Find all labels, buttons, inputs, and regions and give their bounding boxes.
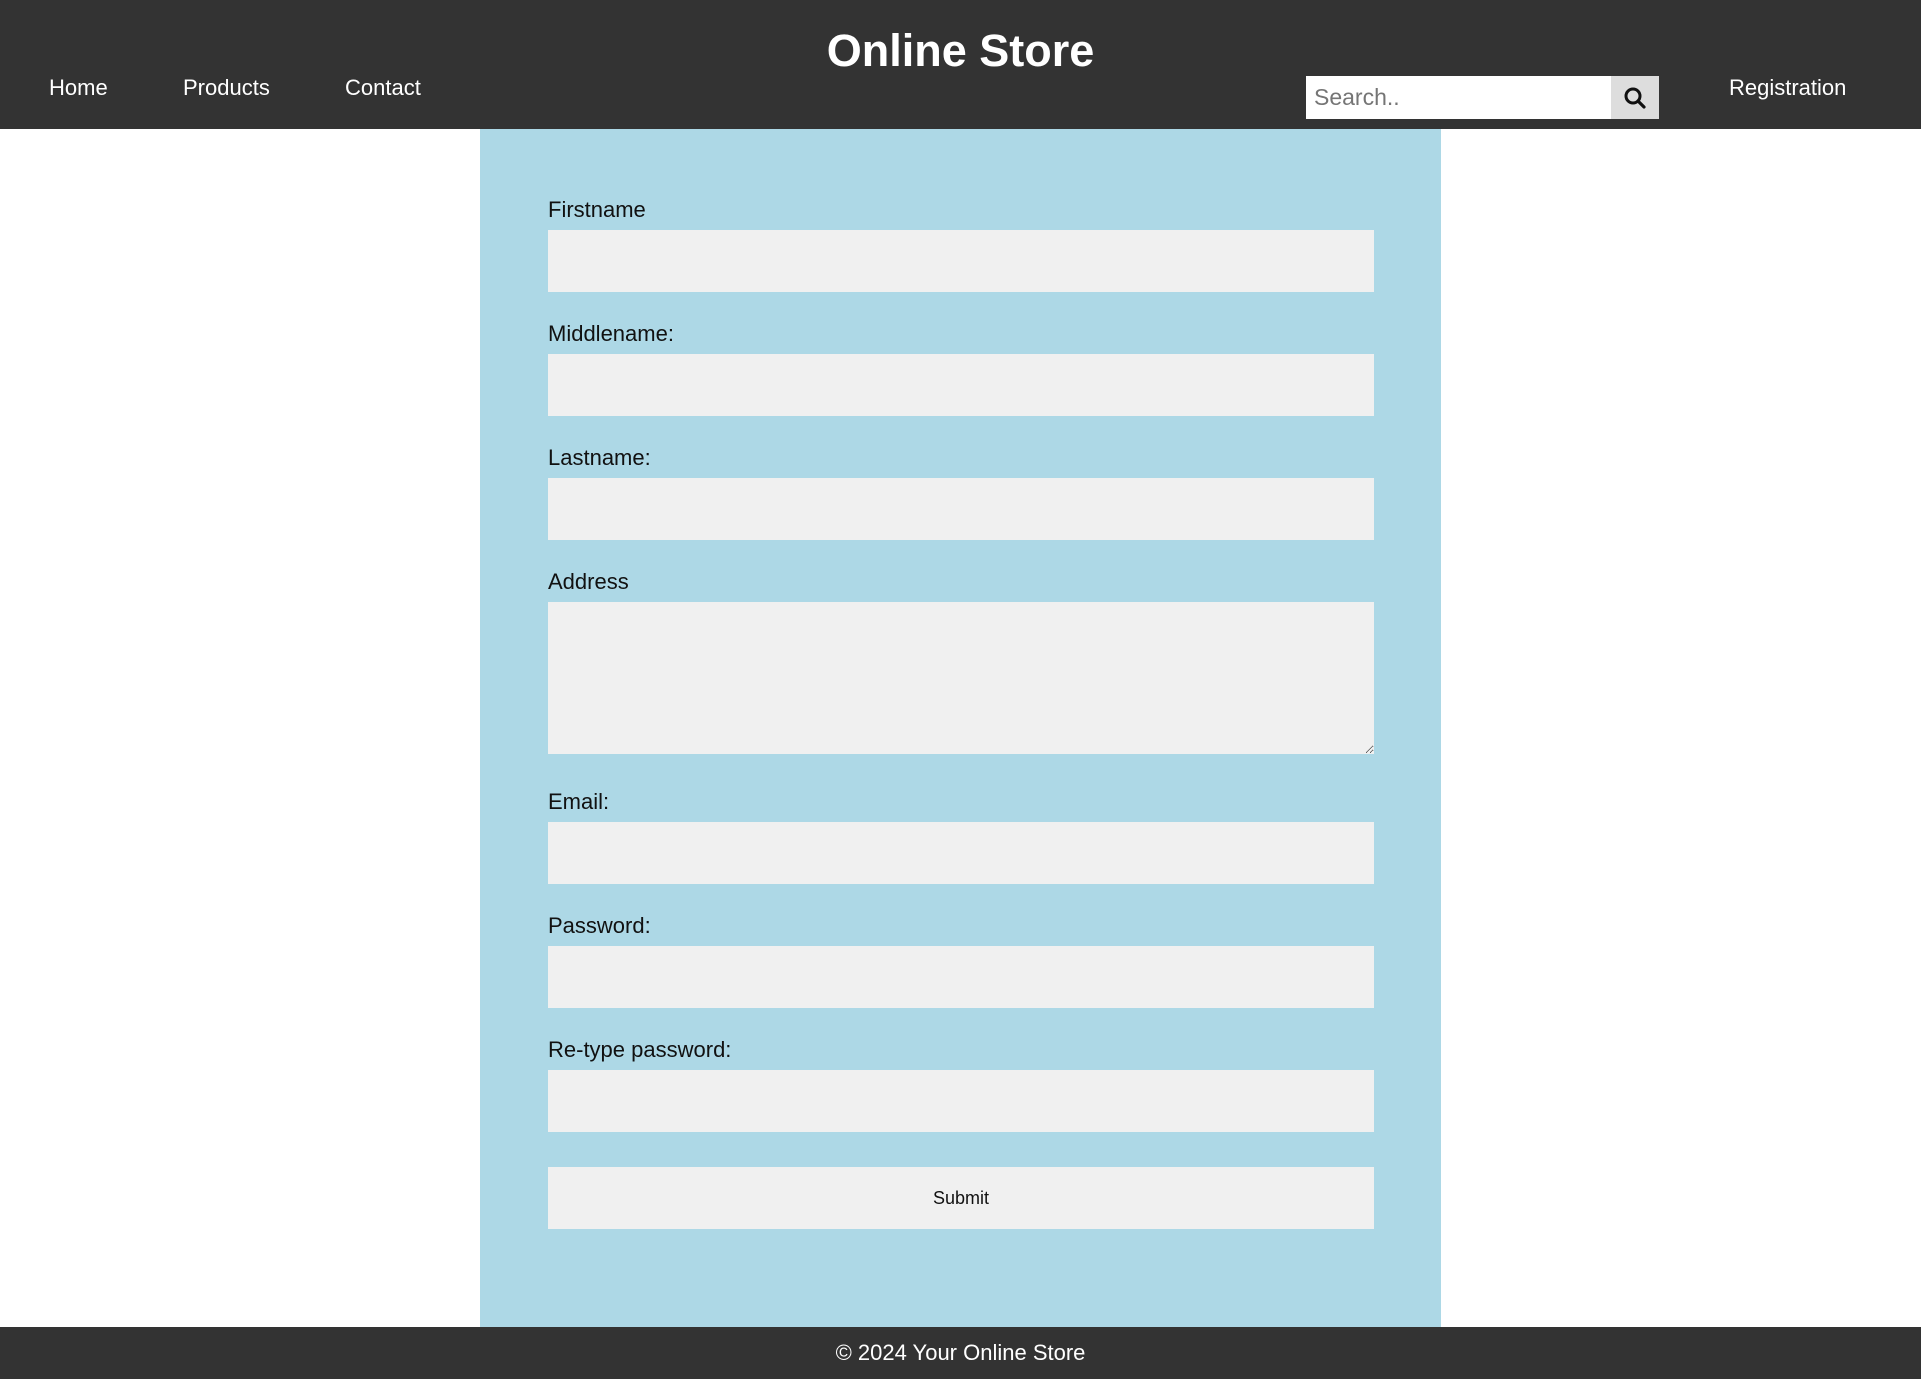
site-footer: © 2024 Your Online Store — [0, 1327, 1921, 1379]
nav-registration-link[interactable]: Registration — [1729, 72, 1846, 104]
firstname-field[interactable] — [548, 230, 1374, 292]
registration-form: Firstname Middlename: Lastname: Address … — [480, 129, 1441, 1327]
search-input[interactable] — [1306, 76, 1611, 119]
lastname-label: Lastname: — [548, 445, 651, 470]
nav-products-link[interactable]: Products — [183, 72, 270, 104]
firstname-label: Firstname — [548, 197, 646, 222]
submit-button[interactable]: Submit — [548, 1167, 1374, 1229]
site-header: Online Store Home Products Contact Regis… — [0, 0, 1921, 129]
search-button[interactable] — [1611, 76, 1659, 119]
nav-contact-link[interactable]: Contact — [345, 72, 421, 104]
footer-copyright: © 2024 Your Online Store — [835, 1340, 1086, 1365]
nav-home-link[interactable]: Home — [49, 72, 108, 104]
address-field[interactable] — [548, 602, 1374, 754]
password-label: Password: — [548, 913, 651, 938]
lastname-field[interactable] — [548, 478, 1374, 540]
middlename-label: Middlename: — [548, 321, 674, 346]
search-icon — [1623, 86, 1647, 110]
middlename-field[interactable] — [548, 354, 1374, 416]
retype-password-field[interactable] — [548, 1070, 1374, 1132]
email-label: Email: — [548, 789, 610, 814]
address-label: Address — [548, 569, 629, 594]
retype-password-label: Re-type password: — [548, 1037, 732, 1062]
search-bar — [1306, 76, 1659, 119]
password-field[interactable] — [548, 946, 1374, 1008]
site-title: Online Store — [826, 25, 1095, 76]
email-field[interactable] — [548, 822, 1374, 884]
